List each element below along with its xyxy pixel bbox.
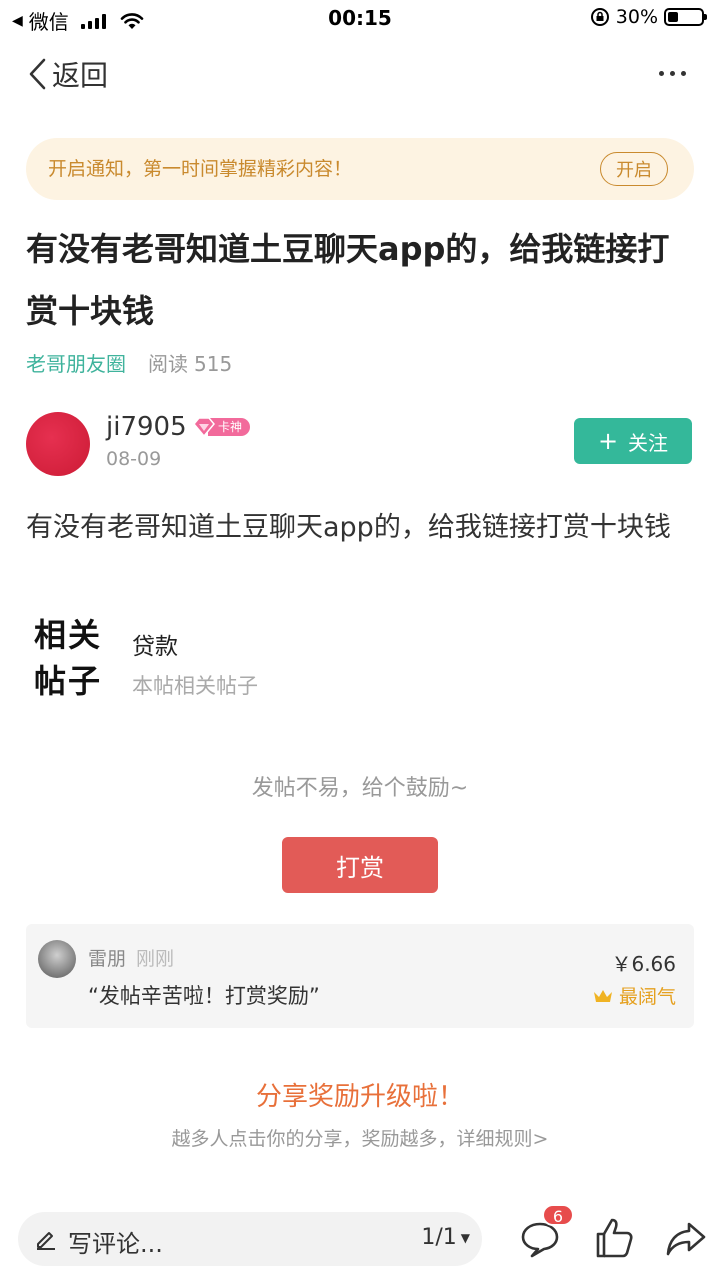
follow-button[interactable]: + 关注 [574,418,692,464]
battery-icon [664,8,707,26]
read-label: 阅读 [148,352,188,376]
reward-amount: ￥6.66 [611,952,676,976]
share-icon[interactable] [664,1216,708,1260]
rewarder-name[interactable]: 雷朋 [88,948,126,970]
comment-input[interactable]: 写评论... 1/1 ▼ [18,1212,482,1266]
follow-label: 关注 [628,430,669,455]
comment-placeholder: 写评论... [68,1230,163,1258]
battery-fill [668,12,678,22]
more-dot-icon [680,70,686,76]
reward-record-card: 雷朋 刚刚 “发帖辛苦啦！打赏奖励” ￥6.66 最阔气 [26,924,694,1028]
post-body: 有没有老哥知道土豆聊天app的，给我链接打赏十块钱 [26,512,671,543]
back-button[interactable]: 返回 [26,54,108,94]
more-button[interactable] [650,58,694,88]
caret-down-icon: ▼ [460,1230,470,1245]
like-icon[interactable] [592,1216,636,1260]
nav-bar: 返回 [0,48,720,100]
back-label: 返回 [52,59,109,92]
encourage-text: 发帖不易，给个鼓励~ [251,776,469,801]
post-meta: 老哥朋友圈 阅读 515 [26,348,232,377]
page-number: 1/1 [421,1225,457,1250]
page-indicator[interactable]: 1/1 ▼ [421,1225,470,1250]
author-name[interactable]: ji7905 [106,412,187,442]
related-post-item[interactable]: 贷款 [132,627,178,661]
reward-rank: 最阔气 [593,982,676,1009]
battery-percent: 30% [615,6,658,28]
comment-count-badge: 6 [542,1204,574,1226]
status-bar: ◀ 微信 00:15 30% [0,0,720,36]
rewarder-avatar[interactable] [38,940,76,978]
related-posts-label: 相关帖子 [34,616,103,700]
more-dot-icon [658,70,664,76]
circle-link[interactable]: 老哥朋友圈 [26,348,126,377]
reward-rank-label: 最阔气 [618,986,676,1008]
related-posts-subtitle: 本帖相关帖子 [132,674,258,698]
notification-banner: 开启通知，第一时间掌握精彩内容！ 开启 [26,138,694,200]
crown-icon [593,989,612,1002]
read-count: 阅读 515 [148,348,232,377]
share-rules-link[interactable]: 越多人点击你的分享，奖励越多，详细规则> [0,1124,720,1151]
author-avatar[interactable] [26,412,90,476]
post-title: 有没有老哥知道土豆聊天app的，给我链接打赏十块钱 [26,230,670,330]
rewarder-info: 雷朋 刚刚 [88,944,174,971]
reward-message: “发帖辛苦啦！打赏奖励” [88,984,320,1008]
enable-notification-button[interactable]: 开启 [600,152,668,186]
post-date: 08-09 [106,448,162,470]
pen-icon [37,1232,55,1250]
read-number: 515 [194,352,233,376]
status-right: 30% [590,6,707,28]
more-dot-icon [669,70,675,76]
reward-time: 刚刚 [136,948,175,970]
share-reward-title: 分享奖励升级啦！ [255,1082,464,1112]
chevron-left-icon [29,58,46,90]
notification-text: 开启通知，第一时间掌握精彩内容！ [48,158,353,180]
rotation-lock-icon [590,8,609,26]
plus-icon: + [597,427,619,455]
diamond-icon [193,417,215,438]
author-badge: 卡神 [192,416,258,438]
reward-button[interactable]: 打赏 [282,837,438,893]
